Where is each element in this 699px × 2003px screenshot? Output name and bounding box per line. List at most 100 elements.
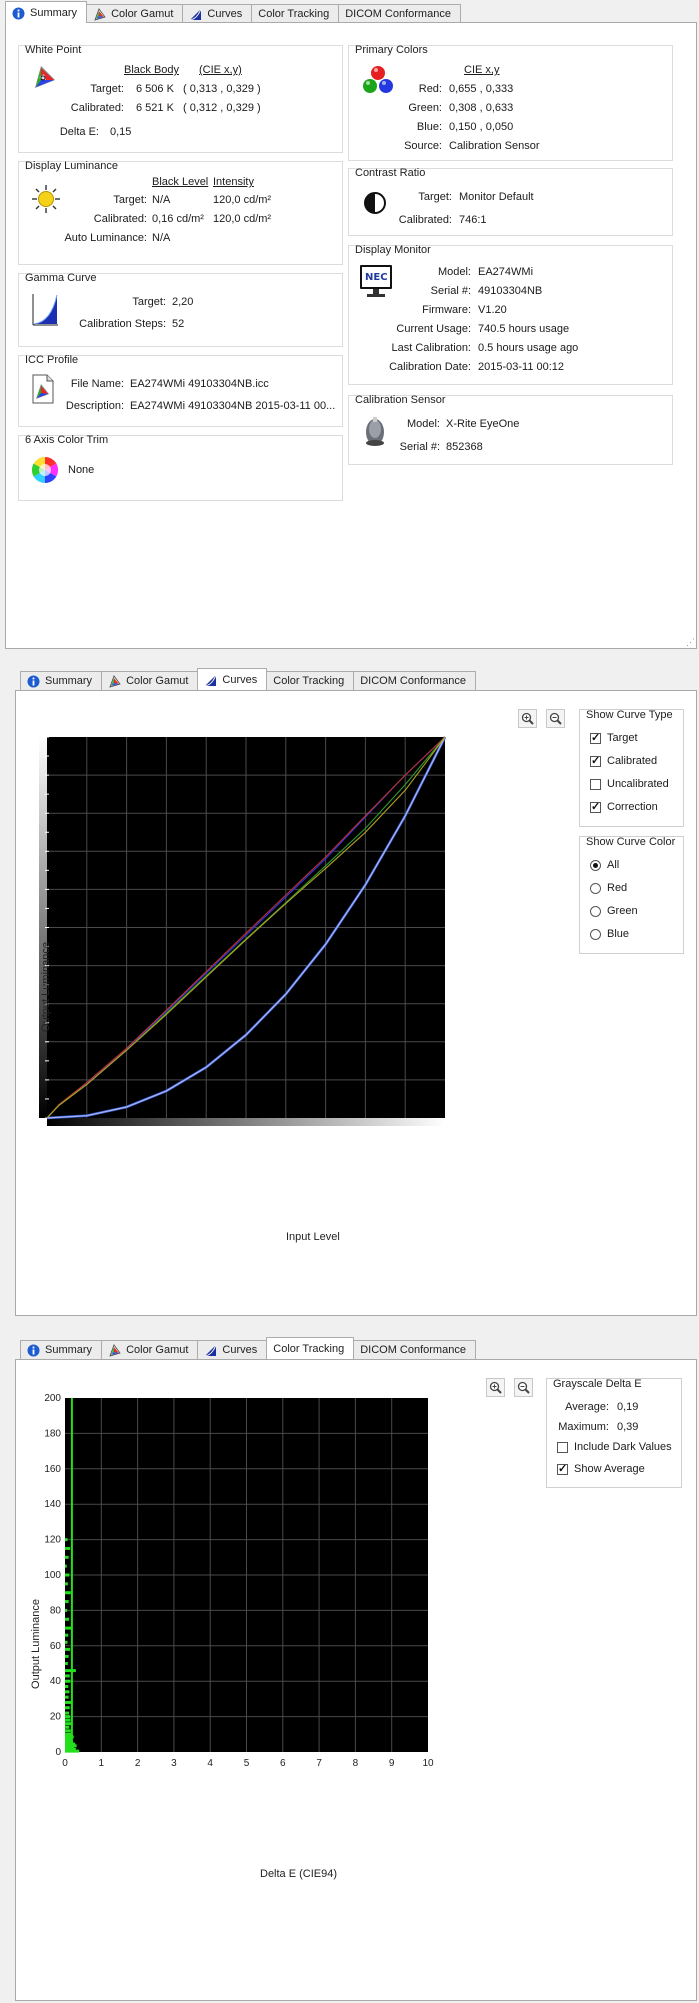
tab-dicom-conformance[interactable]: DICOM Conformance	[353, 1340, 476, 1359]
wp-target-label: Target:	[90, 83, 124, 95]
wp-target-temp: 6 506 K	[136, 83, 174, 95]
curves-panel: Output Luminance Input Level Show Curve …	[15, 690, 697, 1316]
color-gamut-icon	[108, 674, 121, 688]
cie-xy-header: (CIE x,y)	[199, 64, 242, 76]
show-average-checkbox[interactable]: Show Average	[557, 1462, 645, 1475]
delta-e-bar	[65, 1732, 72, 1736]
tab-color-tracking[interactable]: Color Tracking	[266, 671, 355, 690]
delta-e-bar	[65, 1674, 70, 1678]
red-value: 0,655 , 0,333	[449, 83, 514, 95]
target-checkbox[interactable]: Target	[590, 731, 638, 744]
all-radio-dot[interactable]	[590, 859, 601, 871]
include-dark-values-label: Include Dark Values	[574, 1441, 672, 1453]
info-icon	[12, 7, 25, 20]
icc-file-label: File Name:	[70, 378, 124, 390]
curves-chart[interactable]	[16, 691, 576, 1251]
contrast-ratio-title: Contrast Ratio	[355, 167, 426, 179]
delta-e-bar	[65, 1647, 71, 1651]
target-checkbox-box[interactable]	[590, 731, 601, 744]
tab-summary[interactable]: Summary	[20, 1340, 103, 1359]
wp-delta-value: 0,15	[110, 126, 132, 138]
correction-checkbox[interactable]: Correction	[590, 800, 658, 813]
curves-icon	[204, 1344, 217, 1357]
tab-color-tracking[interactable]: Color Tracking	[251, 4, 340, 23]
include-dark-values-checkbox[interactable]: Include Dark Values	[557, 1441, 672, 1453]
tab-curves[interactable]: Curves	[197, 668, 268, 690]
tab-dicom-conformance[interactable]: DICOM Conformance	[353, 671, 476, 690]
delta-e-bar	[65, 1608, 68, 1612]
sensor-serial-label: Serial #:	[399, 441, 440, 453]
tracking-ytick-label: 100	[44, 1570, 61, 1581]
color-gamut-icon	[108, 1343, 121, 1357]
current-usage-label: Current Usage:	[396, 323, 471, 335]
calibration-steps-value: 52	[172, 318, 185, 330]
primary-colors-group: Primary Colors CIE x,y Red: 0,655 , 0,33…	[348, 44, 673, 161]
include-dark-values-box[interactable]	[557, 1441, 568, 1453]
correction-checkbox-box[interactable]	[590, 800, 601, 813]
summary-panel: White Point Black Body (CIE x,y) Target:…	[5, 22, 697, 649]
tab-curves[interactable]: Curves	[182, 4, 253, 23]
blue-radio[interactable]: Blue	[590, 928, 629, 940]
tab-summary[interactable]: Summary	[20, 671, 103, 690]
lum-calibrated-intensity: 120,0 cd/m²	[213, 213, 272, 225]
tracking-xtick-label: 9	[389, 1758, 395, 1769]
resize-grip[interactable]: ⋰	[686, 637, 695, 648]
calibrated-checkbox-box[interactable]	[590, 754, 601, 767]
tab-summary[interactable]: Summary	[5, 1, 88, 23]
icc-profile-title: ICC Profile	[25, 354, 79, 366]
blue-radio-dot[interactable]	[590, 928, 601, 940]
tab-color-gamut[interactable]: Color Gamut	[101, 1340, 199, 1359]
last-calibration-value: 0.5 hours usage ago	[478, 342, 579, 354]
tab-curves-label: Curves	[207, 8, 243, 20]
wp-target-xy: ( 0,313 , 0,329 )	[183, 83, 261, 95]
tab-color-gamut[interactable]: Color Gamut	[101, 671, 199, 690]
white-point-title: White Point	[25, 44, 82, 56]
model-value: EA274WMi	[478, 266, 534, 278]
red-radio-dot[interactable]	[590, 882, 601, 894]
green-radio-dot[interactable]	[590, 905, 601, 917]
tracking-chart[interactable]: 0 1 2 3 4 5 6 7 8 9 10020406080100120140160180200	[16, 1360, 556, 1880]
uncalibrated-checkbox-box[interactable]	[590, 778, 601, 790]
delta-e-bar	[65, 1679, 71, 1683]
delta-e-bar	[65, 1617, 69, 1621]
tab-dicom-label: DICOM Conformance	[360, 675, 466, 687]
sun-icon	[31, 184, 61, 217]
curves-icon	[189, 8, 202, 21]
tab-dicom-label: DICOM Conformance	[360, 1344, 466, 1356]
delta-e-bar	[65, 1564, 67, 1568]
input-level-gradient-bar	[47, 1118, 445, 1126]
target-checkbox-label: Target	[607, 732, 638, 744]
all-radio[interactable]: All	[590, 859, 619, 871]
show-curve-color-title: Show Curve Color	[586, 836, 676, 848]
display-monitor-title: Display Monitor	[355, 244, 431, 256]
serial-value: 49103304NB	[478, 285, 543, 297]
tab-color-gamut[interactable]: Color Gamut	[86, 4, 184, 23]
sensor-model-value: X-Rite EyeOne	[446, 418, 520, 430]
tracking-ylabel: Output Luminance	[30, 1599, 42, 1689]
primary-colors-title: Primary Colors	[355, 44, 428, 56]
source-value: Calibration Sensor	[449, 140, 540, 152]
gamma-curve-title: Gamma Curve	[25, 272, 97, 284]
curves-icon	[204, 674, 217, 687]
blue-value: 0,150 , 0,050	[449, 121, 514, 133]
delta-e-bar	[65, 1695, 69, 1699]
contrast-target-value: Monitor Default	[459, 191, 534, 203]
tab-color-gamut-label: Color Gamut	[111, 8, 174, 20]
red-radio[interactable]: Red	[590, 882, 627, 894]
uncalibrated-checkbox[interactable]: Uncalibrated	[590, 778, 669, 790]
red-radio-label: Red	[607, 882, 628, 894]
info-icon	[27, 1344, 40, 1357]
tracking-xtick-label: 4	[207, 1758, 213, 1769]
gamma-target-label: Target:	[132, 296, 166, 308]
tracking-xtick-label: 7	[316, 1758, 322, 1769]
tab-curves[interactable]: Curves	[197, 1340, 268, 1359]
six-axis-value: None	[68, 464, 95, 476]
rgb-balls-icon	[361, 64, 395, 99]
firmware-label: Firmware:	[422, 304, 471, 316]
green-radio[interactable]: Green	[590, 905, 638, 917]
calibrated-checkbox[interactable]: Calibrated	[590, 754, 657, 767]
tab-dicom-conformance[interactable]: DICOM Conformance	[338, 4, 461, 23]
delta-e-bar	[65, 1722, 72, 1726]
show-average-box[interactable]	[557, 1462, 568, 1475]
tab-color-tracking[interactable]: Color Tracking	[266, 1337, 355, 1359]
